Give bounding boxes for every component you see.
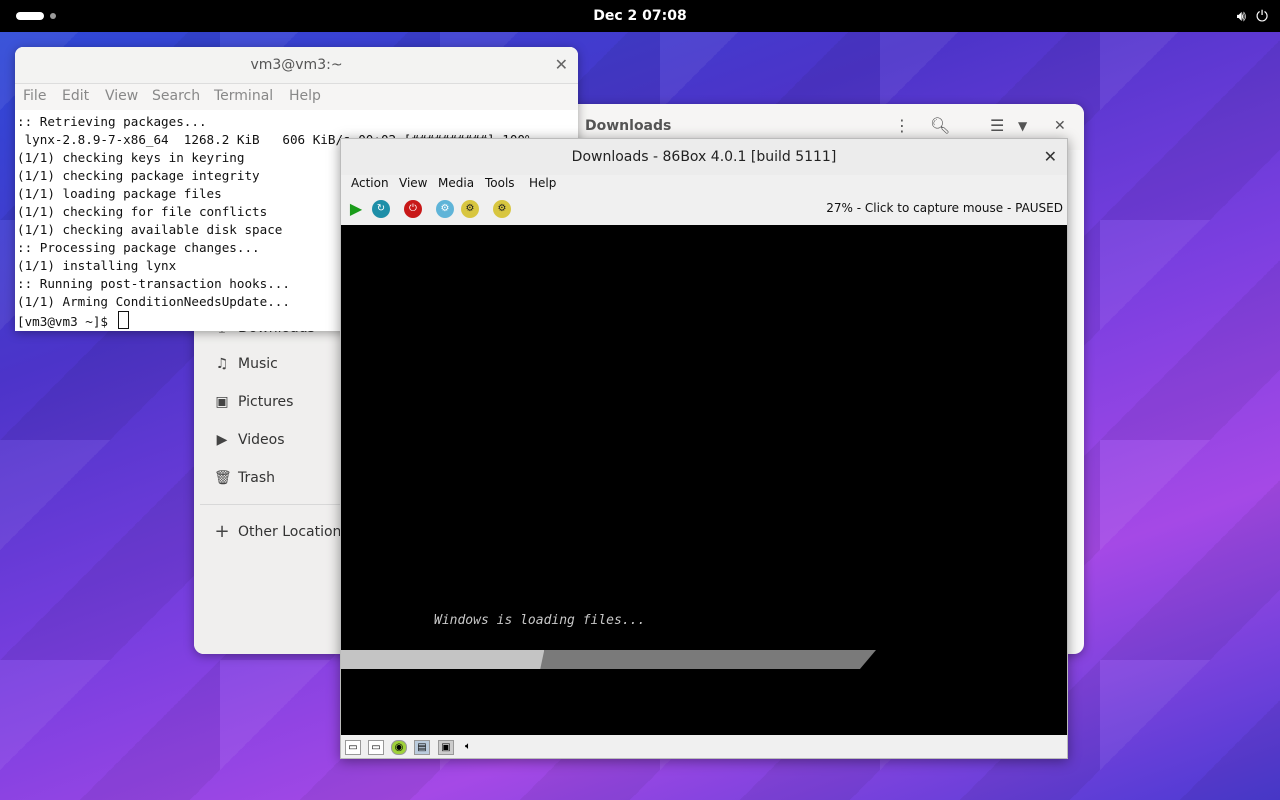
floppy-a-icon[interactable]: ▭	[345, 740, 361, 755]
terminal-title: vm3@vm3:~	[250, 57, 343, 73]
ctrl-alt-del-icon[interactable]: ⚙	[436, 200, 454, 218]
emulator-statusbar: ▭ ▭ ◉ ▤ ▣ 🔈︎	[341, 736, 1067, 758]
speaker-icon[interactable]: 🔊︎	[1237, 6, 1246, 26]
cdrom-icon[interactable]: ◉	[391, 740, 407, 755]
floppy-b-icon[interactable]: ▭	[368, 740, 384, 755]
settings-icon[interactable]: ⚙	[461, 200, 479, 218]
menu-terminal[interactable]: Terminal	[214, 88, 273, 104]
emulator-toolbar: ▶ ↻ ⏻ ⚙ ⚙ ⚙ 27% - Click to capture mouse…	[341, 196, 1067, 222]
screen-loading-text: Windows is loading files...	[434, 613, 646, 628]
list-view-icon[interactable]: ☰	[990, 116, 1004, 136]
emulator-window: Downloads - 86Box 4.0.1 [build 5111] ✕ A…	[340, 138, 1068, 759]
terminal-prompt: [vm3@vm3 ~]$	[17, 314, 116, 329]
emulator-title: Downloads - 86Box 4.0.1 [build 5111]	[571, 149, 837, 165]
loading-progress-bar	[341, 650, 876, 669]
hard-reset-icon[interactable]: ⚙	[493, 200, 511, 218]
play-icon[interactable]: ▶	[347, 200, 365, 218]
terminal-menubar: File Edit View Search Terminal Help	[15, 84, 578, 110]
system-tray[interactable]: 🔊︎ ⏻	[1237, 6, 1268, 26]
pictures-icon: ▣	[215, 394, 229, 410]
menu-file[interactable]: File	[23, 88, 46, 104]
hard-disk-icon[interactable]: ▤	[414, 740, 430, 755]
more-options-icon[interactable]: ⋮	[894, 116, 910, 136]
menu-search[interactable]: Search	[152, 88, 200, 104]
menu-action[interactable]: Action	[351, 176, 389, 190]
sidebar-item-label: Trash	[238, 470, 275, 486]
top-bar: Dec 2 07:08 🔊︎ ⏻	[0, 0, 1280, 32]
reset-icon[interactable]: ↻	[372, 200, 390, 218]
emulator-status-text: 27% - Click to capture mouse - PAUSED	[826, 201, 1063, 215]
sidebar-item-label: Music	[238, 356, 278, 372]
emulator-screen[interactable]: Windows is loading files...	[341, 225, 1067, 735]
power-icon[interactable]: ⏻	[1256, 6, 1268, 26]
menu-edit[interactable]: Edit	[62, 88, 89, 104]
menu-media[interactable]: Media	[438, 176, 474, 190]
terminal-cursor	[117, 311, 129, 329]
terminal-line: :: Retrieving packages...	[17, 114, 207, 129]
sidebar-divider	[200, 504, 340, 505]
trash-icon: 🗑︎	[214, 470, 232, 486]
power-off-icon[interactable]: ⏻	[404, 200, 422, 218]
music-icon: ♫	[215, 356, 229, 372]
sidebar-item-pictures[interactable]: ▣ Pictures	[214, 394, 293, 410]
files-path-title: Downloads	[585, 118, 672, 134]
menu-tools[interactable]: Tools	[485, 176, 515, 190]
sidebar-item-trash[interactable]: 🗑︎ Trash	[214, 470, 275, 486]
sidebar-item-label: Pictures	[238, 394, 294, 410]
chevron-down-icon[interactable]: ▼	[1018, 116, 1027, 136]
sidebar-item-videos[interactable]: ▶ Videos	[214, 432, 285, 448]
close-icon[interactable]: ✕	[1044, 147, 1057, 166]
network-icon[interactable]: ▣	[438, 740, 454, 755]
sidebar-item-other-locations[interactable]: + Other Locations	[214, 521, 348, 542]
emulator-titlebar[interactable]: Downloads - 86Box 4.0.1 [build 5111] ✕	[341, 139, 1067, 175]
close-icon[interactable]: ✕	[555, 55, 568, 74]
terminal-titlebar[interactable]: vm3@vm3:~ ✕	[15, 47, 578, 84]
sidebar-item-label: Videos	[238, 432, 285, 448]
clock[interactable]: Dec 2 07:08	[0, 0, 1280, 32]
search-icon[interactable]: 🔍︎	[930, 116, 950, 136]
menu-view[interactable]: View	[105, 88, 138, 104]
menu-view[interactable]: View	[399, 176, 427, 190]
emulator-menubar: Action View Media Tools Help	[341, 175, 1067, 195]
menu-help[interactable]: Help	[289, 88, 321, 104]
sound-icon[interactable]: 🔈︎	[461, 740, 475, 753]
sidebar-item-music[interactable]: ♫ Music	[214, 356, 278, 372]
videos-icon: ▶	[216, 432, 228, 448]
loading-progress-fill	[341, 650, 545, 669]
menu-help[interactable]: Help	[529, 176, 556, 190]
plus-icon: +	[214, 521, 230, 542]
close-icon[interactable]: ✕	[1054, 116, 1066, 136]
